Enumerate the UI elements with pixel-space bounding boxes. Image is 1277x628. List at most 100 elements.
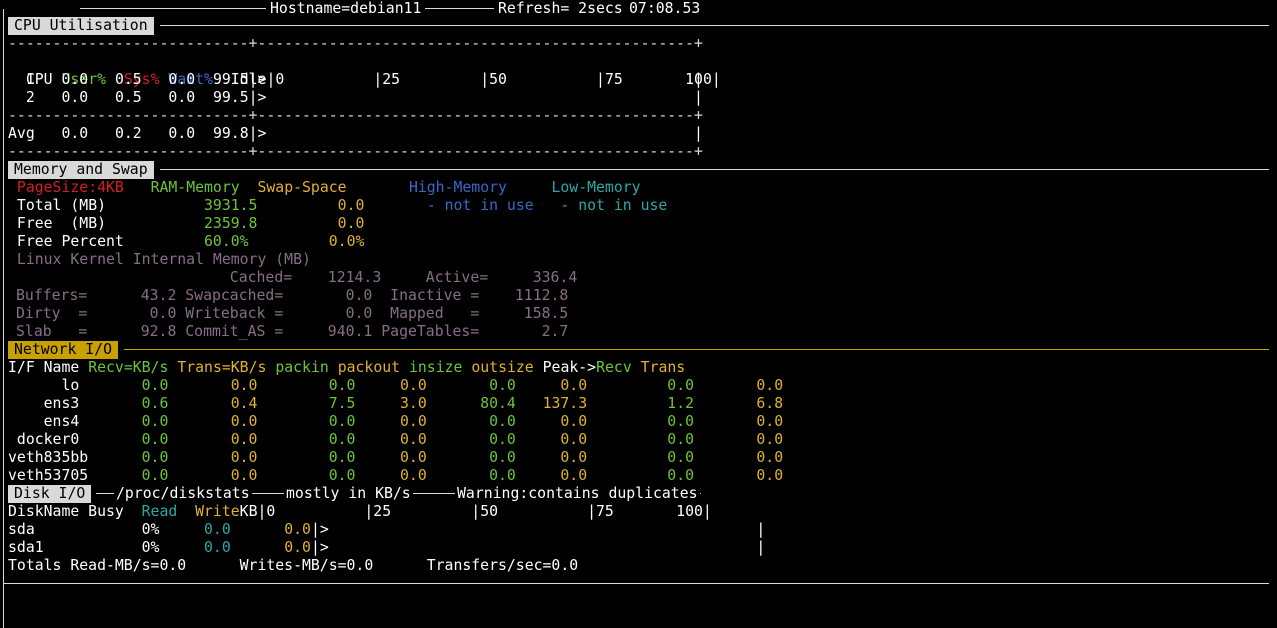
recv-value: 0.0: [88, 431, 169, 448]
free-swap: 0.0: [337, 215, 365, 232]
disk-warning: Warning:contains duplicates: [455, 485, 700, 503]
memory-section-title[interactable]: Memory and Swap: [8, 161, 154, 179]
peak-label: Peak->: [542, 359, 597, 376]
outsize-value: 0.0: [515, 449, 588, 466]
disk-write: 0.0: [230, 539, 311, 556]
disk-scale: |0 |25 |50 |75 100|: [257, 503, 712, 520]
recv-value: 0.0: [88, 467, 169, 484]
disk-row: sda 0% 0.0 0.0|> |: [8, 521, 765, 539]
kernel-title-text: Linux Kernel Internal Memory (MB): [16, 251, 311, 268]
ram-memory-label: RAM-Memory: [150, 179, 240, 196]
low-not-in-use: - not in use: [560, 197, 668, 214]
network-row: docker0 0.0 0.0 0.0 0.0 0.0 0.0 0.0 0.0: [8, 431, 783, 449]
outsize-value: 0.0: [515, 413, 588, 430]
trans-col: Trans=KB/s: [177, 359, 267, 376]
hostname: Hostname=debian11: [266, 0, 426, 18]
packin-col: packin: [275, 359, 329, 376]
peak-recv-col: Recv: [596, 359, 632, 376]
peak-trans-value: 0.0: [694, 467, 784, 484]
packout-value: 0.0: [355, 449, 427, 466]
disk-write: 0.0: [230, 521, 311, 538]
avg-idle: 99.8: [212, 125, 249, 142]
totals-read: Totals Read-MB/s=0.0: [8, 557, 187, 574]
packin-value: 0.0: [257, 467, 356, 484]
cpu-bar: |> |: [248, 71, 703, 88]
cpu-sys: 0.5: [114, 71, 142, 88]
outsize-col: outsize: [471, 359, 534, 376]
packin-value: 0.0: [257, 377, 356, 394]
disk-busy: 0%: [88, 539, 160, 556]
avg-wait: 0.0: [168, 125, 196, 142]
percent-swap: 0.0%: [328, 233, 365, 250]
kernel-memory-title: Linux Kernel Internal Memory (MB): [8, 251, 311, 269]
disk-row: sda1 0% 0.0 0.0|> |: [8, 539, 765, 557]
cpu-id: 2: [8, 89, 35, 106]
bottom-rule: [3, 583, 1269, 584]
high-not-in-use: - not in use: [426, 197, 534, 214]
cpu-user: 0.0: [61, 71, 89, 88]
network-row: lo 0.0 0.0 0.0 0.0 0.0 0.0 0.0 0.0: [8, 377, 783, 395]
disk-path: /proc/diskstats: [114, 485, 252, 503]
packout-value: 3.0: [355, 395, 427, 412]
memory-free-row: Free (MB) 2359.8 0.0: [8, 215, 364, 233]
interface-name: lo: [8, 377, 89, 394]
cpu-separator-bottom: ---------------------------+------------…: [8, 143, 703, 160]
pagesize-label: PageSize:4KB: [16, 179, 124, 196]
peak-trans-value: 6.8: [694, 395, 784, 412]
network-row: veth53705 0.0 0.0 0.0 0.0 0.0 0.0 0.0 0.…: [8, 467, 783, 485]
kernel-memory-row: Dirty = 0.0 Writeback = 0.0 Mapped = 158…: [16, 305, 569, 322]
disk-name: sda1: [8, 539, 89, 556]
insize-value: 0.0: [426, 377, 516, 394]
packout-col: packout: [337, 359, 401, 376]
peak-recv-value: 0.0: [587, 431, 695, 448]
disk-busy: 0%: [88, 521, 160, 538]
insize-value: 0.0: [426, 467, 516, 484]
cpu-section-title[interactable]: CPU Utilisation: [8, 17, 154, 35]
network-row: veth835bb 0.0 0.0 0.0 0.0 0.0 0.0 0.0 0.…: [8, 449, 783, 467]
cpu-bar: |> |: [248, 89, 703, 106]
memory-header: PageSize:4KB RAM-Memory Swap-Space High-…: [8, 179, 641, 197]
insize-value: 0.0: [426, 449, 516, 466]
left-border: [3, 9, 4, 628]
totals-writes: Writes-MB/s=0.0: [239, 557, 374, 574]
kernel-memory-row: Cached= 1214.3 Active= 336.4: [16, 269, 578, 286]
disk-bar: |> |: [310, 539, 766, 556]
insize-value: 80.4: [426, 395, 516, 412]
disk-totals: Totals Read-MB/s=0.0 Writes-MB/s=0.0 Tra…: [8, 557, 578, 575]
peak-recv-value: 0.0: [587, 413, 695, 430]
packout-value: 0.0: [355, 431, 427, 448]
avg-bar: |> |: [248, 125, 703, 142]
disk-section-title[interactable]: Disk I/O: [8, 485, 92, 503]
memory-percent-row: Free Percent 60.0% 0.0%: [8, 233, 364, 251]
trans-value: 0.0: [168, 449, 258, 466]
insize-value: 0.0: [426, 413, 516, 430]
peak-trans-value: 0.0: [694, 413, 784, 430]
packin-value: 7.5: [257, 395, 356, 412]
percent-label: Free Percent: [16, 233, 124, 250]
disk-header: DiskName Busy Read WriteKB|0 |25 |50 |75…: [8, 503, 712, 521]
recv-value: 0.0: [88, 377, 169, 394]
interface-name: veth835bb: [8, 449, 89, 466]
interface-name: ens3: [8, 395, 89, 412]
recv-value: 0.0: [88, 449, 169, 466]
cpu-row: 2 0.0 0.5 0.0 99.5|> |: [8, 89, 703, 107]
percent-ram: 60.0%: [204, 233, 249, 250]
peak-recv-value: 0.0: [587, 377, 695, 394]
ifname-col: I/F Name: [8, 359, 80, 376]
network-row: ens4 0.0 0.0 0.0 0.0 0.0 0.0 0.0 0.0: [8, 413, 784, 431]
disk-read: 0.0: [159, 521, 231, 538]
recv-value: 0.6: [88, 395, 169, 412]
packin-value: 0.0: [257, 449, 356, 466]
trans-value: 0.0: [168, 413, 258, 430]
interface-name: docker0: [8, 431, 89, 448]
packout-value: 0.0: [355, 413, 427, 430]
kb-col: KB: [239, 503, 258, 520]
cpu-section-rule: [160, 25, 1269, 26]
network-section-title[interactable]: Network I/O: [8, 341, 118, 359]
network-section-rule: [124, 349, 1269, 350]
memory-total-row: Total (MB) 3931.5 0.0 - not in use - not…: [8, 197, 667, 215]
title-bar: nmon-16k: [0, 0, 92, 35]
total-swap: 0.0: [337, 197, 365, 214]
cpu-sys: 0.5: [114, 89, 142, 106]
cpu-header: CPU User% Sys% Wait% Idle|0 |25 |50 |75 …: [8, 53, 721, 88]
